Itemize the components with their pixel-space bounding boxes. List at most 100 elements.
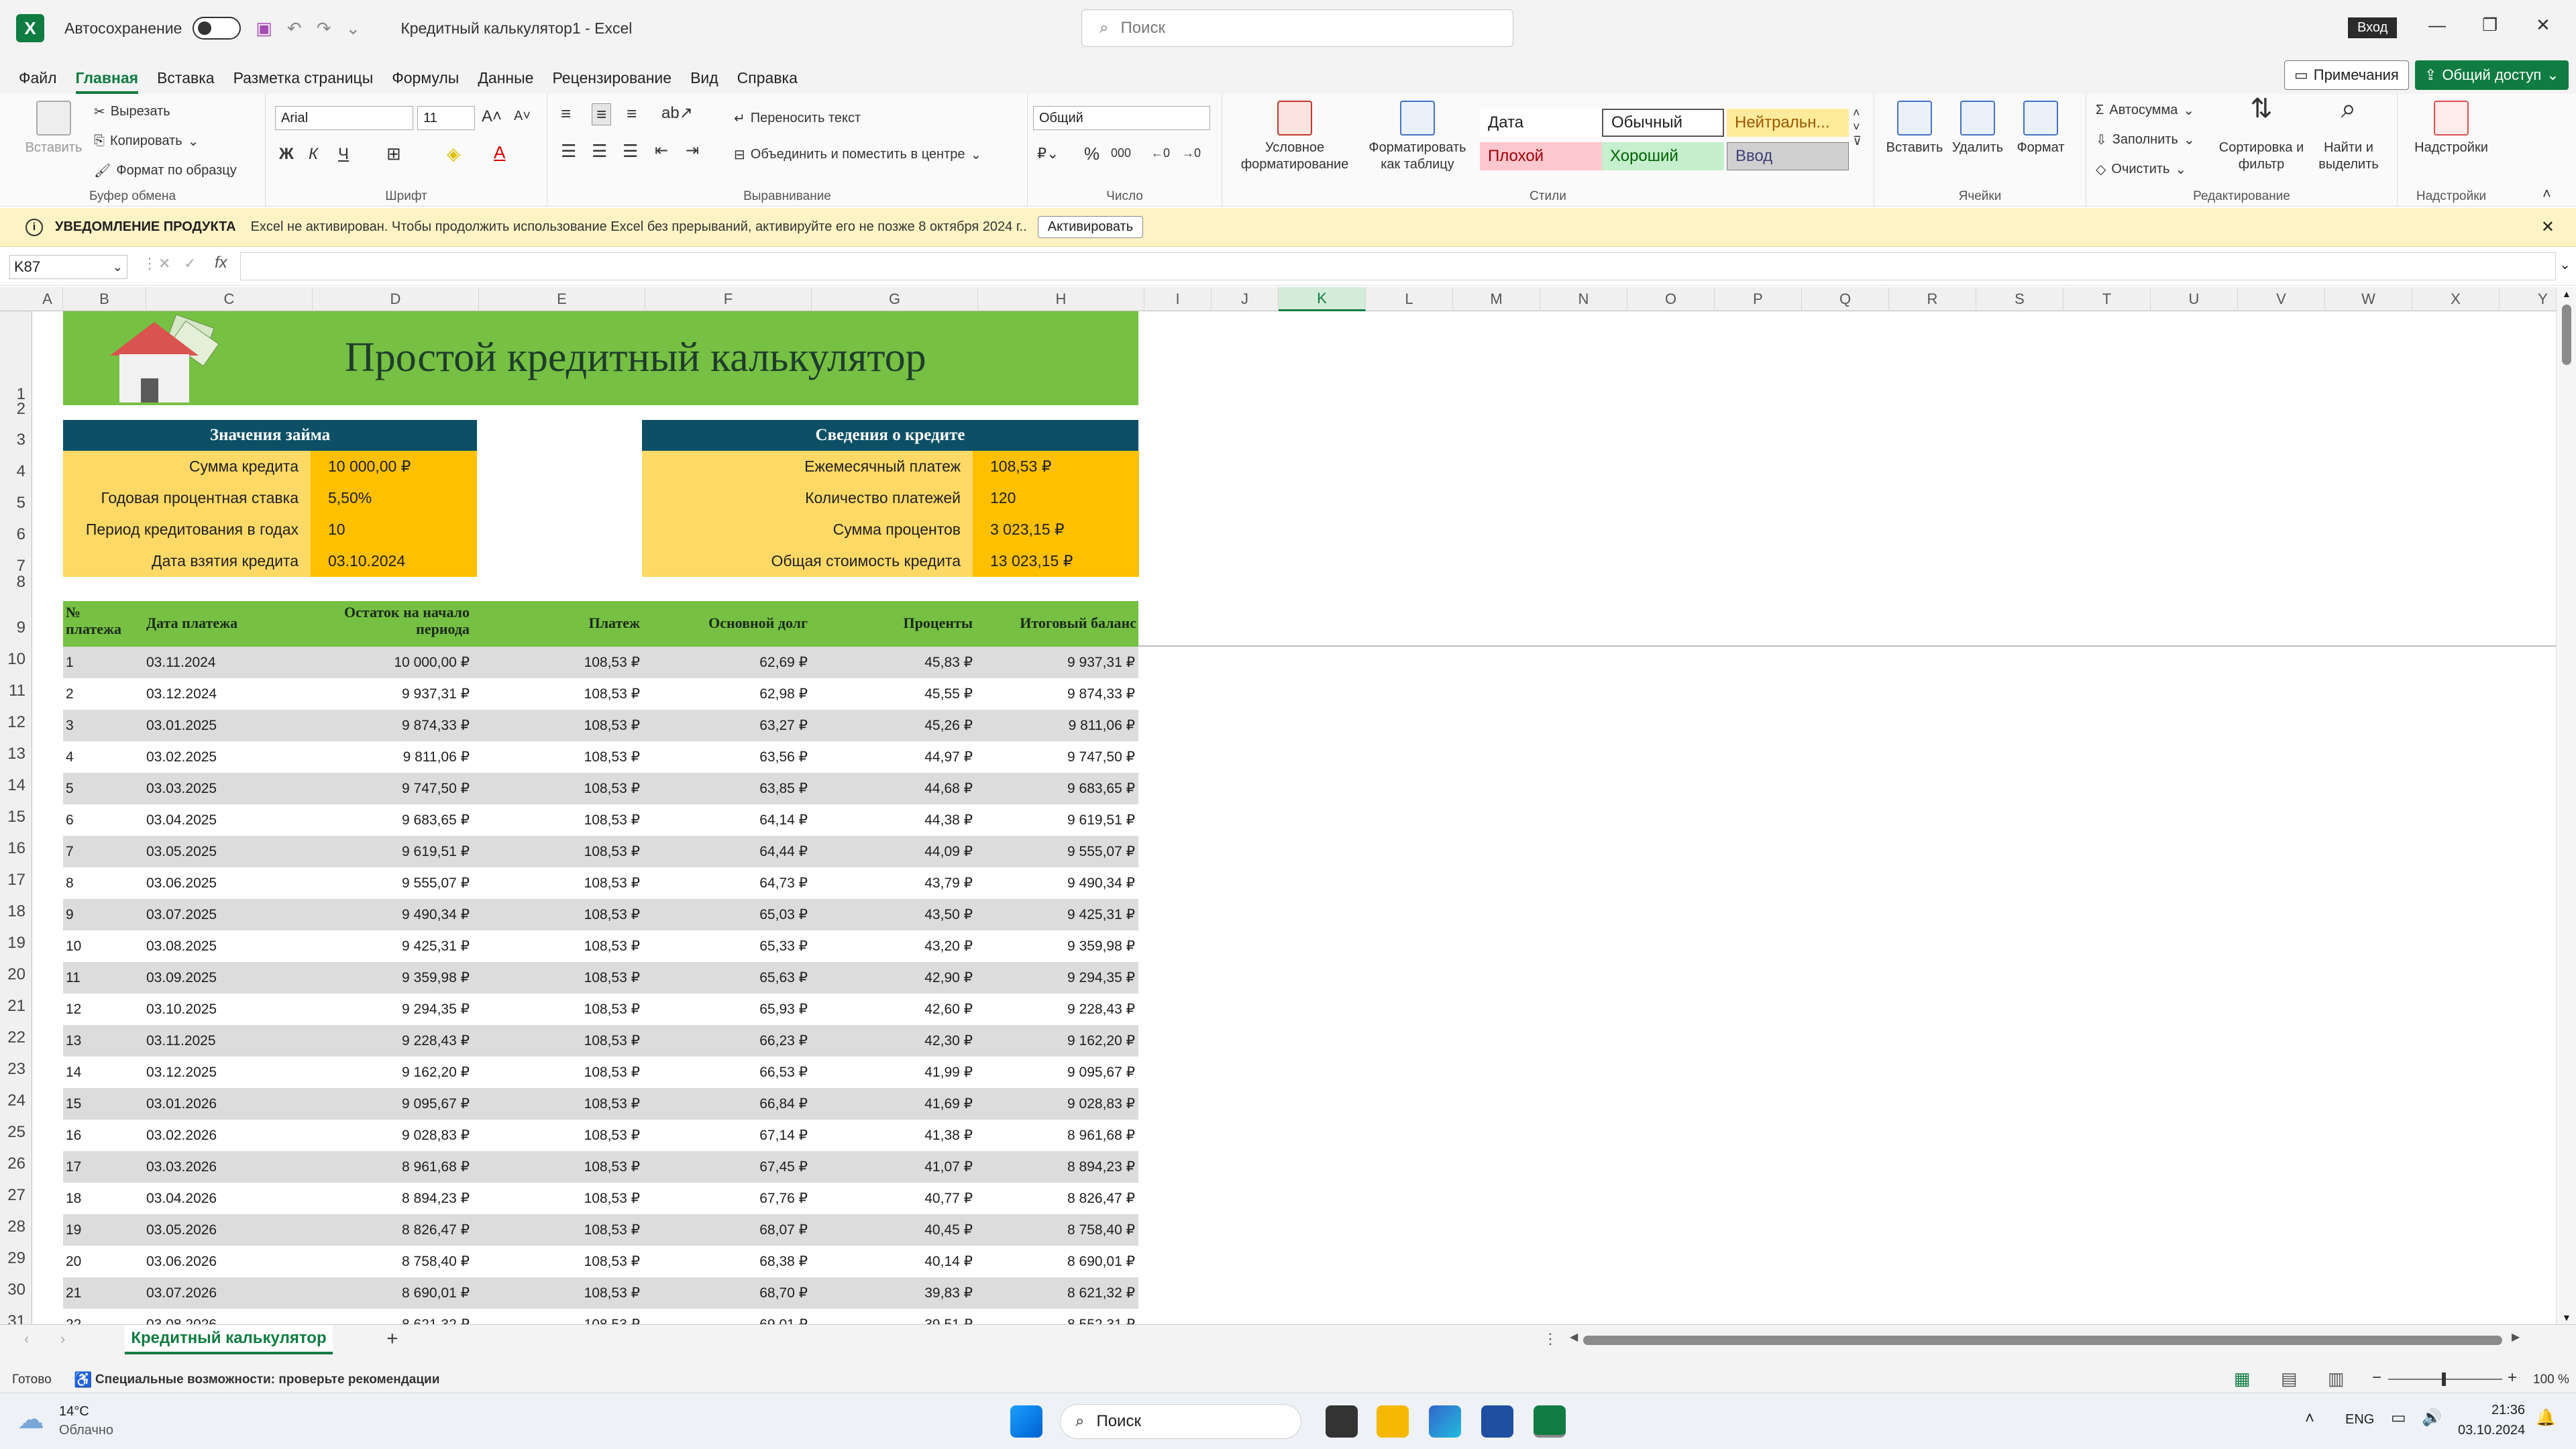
menu-insert[interactable]: Вставка [157, 69, 215, 94]
cell-num[interactable]: 16 [66, 1120, 133, 1151]
cell-end-balance[interactable]: 9 095,67 ₽ [989, 1057, 1135, 1088]
fill-button[interactable]: ⇩ Заполнить ⌄ [2096, 131, 2195, 148]
copy-button[interactable]: ⎘ Копировать ⌄ [94, 133, 199, 150]
signin-button[interactable]: Вход [2348, 17, 2398, 38]
cell-end-balance[interactable]: 8 961,68 ₽ [989, 1120, 1135, 1151]
loan_info-value[interactable]: 120 [973, 482, 1139, 514]
wrap-text-button[interactable]: ↵ Переносить текст [734, 110, 861, 127]
show-hidden-icons[interactable]: ˄ [2305, 1409, 2314, 1428]
cell-start-balance[interactable]: 8 961,68 ₽ [331, 1151, 470, 1183]
cell-date[interactable]: 03.04.2026 [146, 1183, 280, 1214]
menu-data[interactable]: Данные [478, 69, 533, 94]
cell-principal[interactable]: 68,70 ₽ [667, 1277, 808, 1309]
add-sheet-icon[interactable]: + [386, 1328, 398, 1350]
cell-date[interactable]: 03.05.2026 [146, 1214, 280, 1246]
cell-interest[interactable]: 41,69 ₽ [835, 1088, 973, 1120]
cell-interest[interactable]: 40,45 ₽ [835, 1214, 973, 1246]
zoom-out-icon[interactable]: − [2372, 1368, 2381, 1387]
cell-principal[interactable]: 67,76 ₽ [667, 1183, 808, 1214]
increase-indent-icon[interactable]: ⇥ [686, 141, 699, 160]
row-header-11[interactable]: 11 [0, 682, 32, 700]
cell-principal[interactable]: 65,63 ₽ [667, 962, 808, 994]
weather-temp[interactable]: 14°C [59, 1404, 89, 1419]
column-header-d[interactable]: D [313, 287, 479, 311]
column-header-c[interactable]: C [146, 287, 313, 311]
cell-principal[interactable]: 66,53 ₽ [667, 1057, 808, 1088]
cell-num[interactable]: 3 [66, 710, 133, 741]
worksheet-grid[interactable]: Простой кредитный калькулятор Значения з… [32, 311, 2556, 1324]
cell-principal[interactable]: 63,56 ₽ [667, 741, 808, 773]
row-header-10[interactable]: 10 [0, 650, 32, 669]
addins-button[interactable]: Надстройки [2404, 101, 2498, 156]
zoom-slider-thumb[interactable] [2442, 1373, 2446, 1386]
cell-start-balance[interactable]: 9 619,51 ₽ [331, 836, 470, 867]
column-header-g[interactable]: G [812, 287, 978, 311]
scroll-down-icon[interactable]: ▼ [2562, 1312, 2571, 1323]
customize-qat-icon[interactable]: ⌄ [346, 18, 361, 39]
cell-start-balance[interactable]: 9 028,83 ₽ [331, 1120, 470, 1151]
align-right-icon[interactable]: ☰ [623, 141, 638, 162]
column-header-p[interactable]: P [1715, 287, 1802, 311]
cell-payment[interactable]: 108,53 ₽ [506, 930, 640, 962]
cell-principal[interactable]: 64,14 ₽ [667, 804, 808, 836]
cell-start-balance[interactable]: 9 294,35 ₽ [331, 994, 470, 1025]
menu-help[interactable]: Справка [737, 69, 798, 94]
cell-start-balance[interactable]: 9 937,31 ₽ [331, 678, 470, 710]
cell-interest[interactable]: 44,09 ₽ [835, 836, 973, 867]
font-color-icon[interactable]: A [494, 142, 505, 163]
cell-end-balance[interactable]: 9 937,31 ₽ [989, 647, 1135, 678]
cell-payment[interactable]: 108,53 ₽ [506, 710, 640, 741]
cell-end-balance[interactable]: 9 294,35 ₽ [989, 962, 1135, 994]
style-neutral[interactable]: Нейтральн... [1727, 109, 1849, 137]
cell-interest[interactable]: 44,38 ₽ [835, 804, 973, 836]
cell-num[interactable]: 17 [66, 1151, 133, 1183]
cell-payment[interactable]: 108,53 ₽ [506, 1246, 640, 1277]
cell-payment[interactable]: 108,53 ₽ [506, 836, 640, 867]
cell-end-balance[interactable]: 9 162,20 ₽ [989, 1025, 1135, 1057]
clock-date[interactable]: 03.10.2024 [2458, 1423, 2525, 1438]
cell-end-balance[interactable]: 9 228,43 ₽ [989, 994, 1135, 1025]
close-icon[interactable]: ✕ [2536, 15, 2551, 36]
align-top-icon[interactable]: ≡ [561, 103, 571, 124]
network-icon[interactable]: ▭ [2391, 1408, 2406, 1428]
cell-principal[interactable]: 68,38 ₽ [667, 1246, 808, 1277]
cell-payment[interactable]: 108,53 ₽ [506, 678, 640, 710]
fill-color-icon[interactable]: ◈ [447, 144, 460, 164]
name-box[interactable]: K87 ⌄ [9, 255, 127, 279]
column-header-w[interactable]: W [2325, 287, 2412, 311]
expand-formula-icon[interactable]: ⌄ [2559, 256, 2571, 273]
row-header-2[interactable]: 2 [0, 400, 32, 419]
cell-start-balance[interactable]: 8 894,23 ₽ [331, 1183, 470, 1214]
row-header-3[interactable]: 3 [0, 431, 32, 449]
cell-payment[interactable]: 108,53 ₽ [506, 741, 640, 773]
menu-home[interactable]: Главная [75, 69, 139, 94]
cell-start-balance[interactable]: 8 826,47 ₽ [331, 1214, 470, 1246]
menu-page-layout[interactable]: Разметка страницы [233, 69, 374, 94]
row-header-12[interactable]: 12 [0, 713, 32, 732]
format-cells-button[interactable]: Формат [2010, 101, 2072, 156]
sort-filter-button[interactable]: ⇅ Сортировка и фильтр [2218, 95, 2305, 173]
format-as-table-button[interactable]: Форматировать как таблицу [1360, 101, 1474, 173]
prev-sheet-icon[interactable]: ‹ [24, 1330, 29, 1348]
align-middle-icon[interactable]: ≡ [592, 103, 612, 125]
row-header-26[interactable]: 26 [0, 1155, 32, 1173]
cell-end-balance[interactable]: 9 359,98 ₽ [989, 930, 1135, 962]
font-name-select[interactable]: Arial [275, 106, 413, 130]
formula-input[interactable] [240, 252, 2556, 280]
loan_values-value[interactable]: 10 [311, 514, 477, 545]
column-header-i[interactable]: I [1144, 287, 1212, 311]
cell-payment[interactable]: 108,53 ₽ [506, 962, 640, 994]
style-good[interactable]: Хороший [1602, 142, 1724, 170]
cell-start-balance[interactable]: 9 811,06 ₽ [331, 741, 470, 773]
cell-end-balance[interactable]: 8 690,01 ₽ [989, 1246, 1135, 1277]
weather-desc[interactable]: Облачно [59, 1423, 113, 1438]
row-header-20[interactable]: 20 [0, 965, 32, 984]
accessibility-status[interactable]: Специальные возможности: проверьте реком… [95, 1373, 439, 1387]
column-header-x[interactable]: X [2412, 287, 2500, 311]
cell-num[interactable]: 5 [66, 773, 133, 804]
column-header-l[interactable]: L [1366, 287, 1453, 311]
normal-view-icon[interactable]: ▦ [2234, 1368, 2251, 1389]
cell-interest[interactable]: 39,83 ₽ [835, 1277, 973, 1309]
cell-payment[interactable]: 108,53 ₽ [506, 1214, 640, 1246]
page-break-view-icon[interactable]: ▥ [2328, 1368, 2345, 1389]
